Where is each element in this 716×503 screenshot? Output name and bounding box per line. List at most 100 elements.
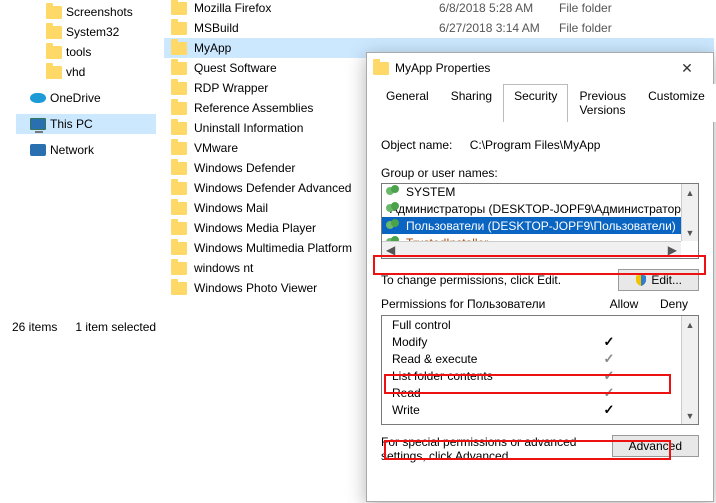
tree-item[interactable]: Screenshots [16,2,156,22]
object-name-row: Object name: C:\Program Files\MyApp [381,138,699,152]
folder-icon [171,122,187,135]
tree-item-thispc[interactable]: This PC [16,114,156,134]
permission-row: Read & execute✓ [382,350,681,367]
tabs: General Sharing Security Previous Versio… [375,83,705,122]
file-type: File folder [559,21,659,35]
tab-sharing[interactable]: Sharing [440,84,503,122]
users-icon [386,219,402,233]
folder-icon [373,62,389,75]
tree-item-label: Network [50,143,156,157]
advanced-button[interactable]: Advanced [612,435,699,457]
edit-button-label: Edit... [651,273,682,287]
file-date: 6/8/2018 5:28 AM [439,1,559,15]
folder-icon [171,222,187,235]
file-name: MSBuild [194,21,439,35]
group-name: SYSTEM [406,185,455,199]
permission-row: Read✓ [382,384,681,401]
tree-item-label: OneDrive [50,91,156,105]
permission-allow: ✓ [585,334,633,350]
permission-row: Full control [382,316,681,333]
group-item[interactable]: Администраторы (DESKTOP-JOPF9\Администра… [382,200,681,217]
permissions-header: Permissions for Пользователи Allow Deny [381,297,699,311]
group-name: Администраторы (DESKTOP-JOPF9\Администра… [390,202,681,216]
list-row[interactable]: MSBuild6/27/2018 3:14 AMFile folder [164,18,714,38]
tree-item-label: tools [66,45,156,59]
tree-item-label: This PC [50,117,156,131]
folder-icon [171,242,187,255]
folder-icon [171,162,187,175]
folder-icon [171,262,187,275]
permission-name: Modify [392,335,585,349]
group-item-selected[interactable]: Пользователи (DESKTOP-JOPF9\Пользователи… [382,217,681,234]
folder-icon [46,6,62,19]
permission-row: Modify✓ [382,333,681,350]
permissions-listbox[interactable]: Full controlModify✓Read & execute✓List f… [381,315,699,425]
scroll-down-icon[interactable]: ▼ [682,224,698,241]
folder-icon [171,42,187,55]
permission-allow: ✓ [585,368,633,384]
folder-icon [46,46,62,59]
tree-item[interactable]: vhd [16,62,156,82]
close-button[interactable]: ✕ [667,54,707,82]
group-name: Пользователи (DESKTOP-JOPF9\Пользователи… [406,219,676,233]
folder-icon [171,202,187,215]
object-name-value: C:\Program Files\MyApp [470,138,601,152]
permission-row: List folder contents✓ [382,367,681,384]
permission-name: Read [392,386,585,400]
vertical-scrollbar[interactable]: ▲▼ [681,316,698,424]
folder-icon [171,102,187,115]
permission-name: List folder contents [392,369,585,383]
network-icon [30,144,46,156]
permission-name: Write [392,403,585,417]
folder-icon [171,282,187,295]
advanced-button-label: Advanced [629,439,682,453]
object-name-label: Object name: [381,138,452,152]
tree-item[interactable]: tools [16,42,156,62]
permission-allow: ✓ [585,402,633,418]
edit-button[interactable]: Edit... [618,269,699,291]
permission-row: Write✓ [382,401,681,418]
deny-header: Deny [649,297,699,311]
file-date: 6/27/2018 3:14 AM [439,21,559,35]
folder-icon [46,26,62,39]
permission-name: Full control [392,318,585,332]
groups-label: Group or user names: [381,166,699,180]
scroll-up-icon[interactable]: ▲ [682,316,698,333]
status-bar: 26 items 1 item selected [12,320,156,334]
folder-icon [46,66,62,79]
tab-security[interactable]: Security [503,84,568,122]
folder-icon [171,142,187,155]
vertical-scrollbar[interactable]: ▲▼ [681,184,698,241]
onedrive-icon [30,93,46,103]
permission-allow: ✓ [585,385,633,401]
file-type: File folder [559,1,659,15]
special-permissions-hint: For special permissions or advanced sett… [381,435,612,463]
nav-tree: Screenshots System32 tools vhd OneDrive … [0,0,160,335]
tree-item-network[interactable]: Network [16,140,156,160]
users-icon [386,185,402,199]
group-item[interactable]: SYSTEM [382,183,681,200]
groups-listbox[interactable]: SYSTEM Администраторы (DESKTOP-JOPF9\Адм… [381,183,699,259]
permission-name: Read & execute [392,352,585,366]
status-count: 26 items [12,320,57,334]
scroll-right-icon[interactable]: ▶ [668,243,677,257]
thispc-icon [30,118,46,130]
titlebar[interactable]: MyApp Properties ✕ [367,53,713,83]
tab-general[interactable]: General [375,84,440,122]
scroll-down-icon[interactable]: ▼ [682,407,698,424]
tree-item-onedrive[interactable]: OneDrive [16,88,156,108]
folder-icon [171,62,187,75]
shield-icon [635,274,647,286]
folder-icon [171,82,187,95]
properties-dialog: MyApp Properties ✕ General Sharing Secur… [366,52,714,502]
folder-icon [171,2,187,15]
scroll-up-icon[interactable]: ▲ [682,184,698,201]
tab-previous-versions[interactable]: Previous Versions [568,84,637,122]
tree-item[interactable]: System32 [16,22,156,42]
horizontal-scrollbar[interactable]: ◀▶ [382,241,681,258]
list-row[interactable]: Mozilla Firefox6/8/2018 5:28 AMFile fold… [164,0,714,18]
folder-icon [171,22,187,35]
tab-customize[interactable]: Customize [637,84,716,122]
scroll-left-icon[interactable]: ◀ [386,243,395,257]
folder-icon [171,182,187,195]
